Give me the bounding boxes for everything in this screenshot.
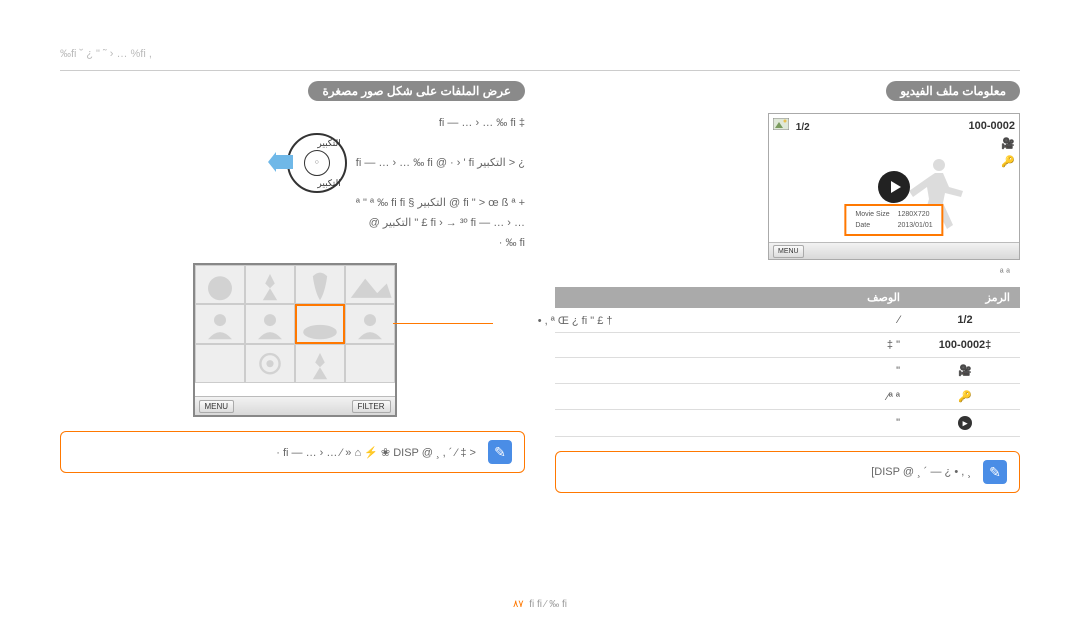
thumbnail-grid-screen: MENU FILTER — [193, 263, 397, 417]
note-icon: ✎ — [983, 460, 1007, 484]
right-column: معلومات ملف الفيديو 1/2 100-0002 🎥 🔑 — [555, 81, 1020, 493]
table-row: ⁄1/2 — [555, 308, 1020, 333]
screen-menubar: MENU — [769, 242, 1019, 259]
dial-center: ○ — [304, 150, 330, 176]
thumb-cell[interactable] — [195, 265, 245, 304]
body-text: fi — … › … ‰ fi ‡ التكبير التكبير ○ fi —… — [60, 113, 525, 253]
thumb-cell[interactable] — [345, 265, 395, 304]
thumb-cell[interactable] — [195, 344, 245, 383]
thumb-cell[interactable] — [295, 344, 345, 383]
page-footer: ٨٧ fi fi ⁄ ‰ fi — [0, 599, 1080, 610]
video-info-screen: 1/2 100-0002 🎥 🔑 Movie Size1280X720 Date… — [768, 113, 1020, 260]
note-icon: ✎ — [488, 440, 512, 464]
menu-button[interactable]: MENU — [199, 400, 235, 413]
thumb-cell[interactable] — [295, 265, 345, 304]
movie-icon: 🎥 — [969, 136, 1016, 152]
thumb-cell[interactable] — [345, 344, 395, 383]
filter-button[interactable]: FILTER — [352, 400, 391, 413]
thumb-cell[interactable] — [345, 304, 395, 343]
callout-line — [393, 323, 493, 324]
callout-text: • , ª Œ ¿ fi " £ † — [493, 315, 613, 327]
table-row: ⁄ª ª🔑 — [555, 384, 1020, 410]
icon-description-table: الوصف الرمز ⁄1/2 ‡ "100-0002‡ "🎥 ⁄ª ª🔑 "… — [555, 287, 1020, 437]
th-desc: الوصف — [555, 287, 910, 308]
play-circle-icon: ▸ — [958, 416, 972, 430]
zoom-dial-diagram: التكبير التكبير ○ — [287, 133, 347, 193]
file-number-label: 100-0002 — [969, 118, 1016, 134]
zoom-label-bottom: التكبير — [317, 173, 340, 193]
table-row: ‡ "100-0002‡ — [555, 333, 1020, 358]
movie-info-overlay: Movie Size1280X720 Date2013/01/01 — [844, 204, 943, 236]
th-icon: الرمز — [910, 287, 1020, 308]
heading-video-info: معلومات ملف الفيديو — [886, 81, 1020, 101]
thumb-cell[interactable] — [245, 344, 295, 383]
header-rule: ‰fi ˘ ¿ " ˜ › … %fi , — [60, 48, 1020, 71]
note-disp-right: ✎ [DISP @ ¸ ´ — ¿ • , ¸ — [555, 451, 1020, 493]
thumb-cell[interactable] — [245, 304, 295, 343]
heading-thumbnails: عرض الملفات على شكل صور مصغرة — [308, 81, 525, 101]
thumb-cell[interactable] — [245, 265, 295, 304]
table-row: "🎥 — [555, 358, 1020, 384]
note-text: · fi — … › … ⁄ » ⌂ ⚡ ❀ DISP @ ¸ , ´ ⁄ ‡ … — [73, 446, 476, 459]
left-column: عرض الملفات على شكل صور مصغرة fi — … › …… — [60, 81, 525, 493]
note-disp-left: ✎ · fi — … › … ⁄ » ⌂ ⚡ ❀ DISP @ ¸ , ´ ⁄ … — [60, 431, 525, 473]
screen-counter: 1/2 — [796, 122, 810, 133]
menu-button[interactable]: MENU — [773, 245, 804, 258]
play-button[interactable] — [878, 171, 910, 203]
thumb-mini-icon: 1/2 — [773, 118, 810, 133]
thumb-cell[interactable] — [195, 304, 245, 343]
arrow-icon — [275, 155, 293, 169]
note-text: [DISP @ ¸ ´ — ¿ • , ¸ — [568, 466, 971, 478]
thumb-cell-selected[interactable] — [295, 304, 345, 343]
overlay-pointer-label: ª ª — [555, 268, 1010, 279]
table-row: "▸ — [555, 410, 1020, 437]
page-number: ٨٧ — [513, 599, 524, 610]
